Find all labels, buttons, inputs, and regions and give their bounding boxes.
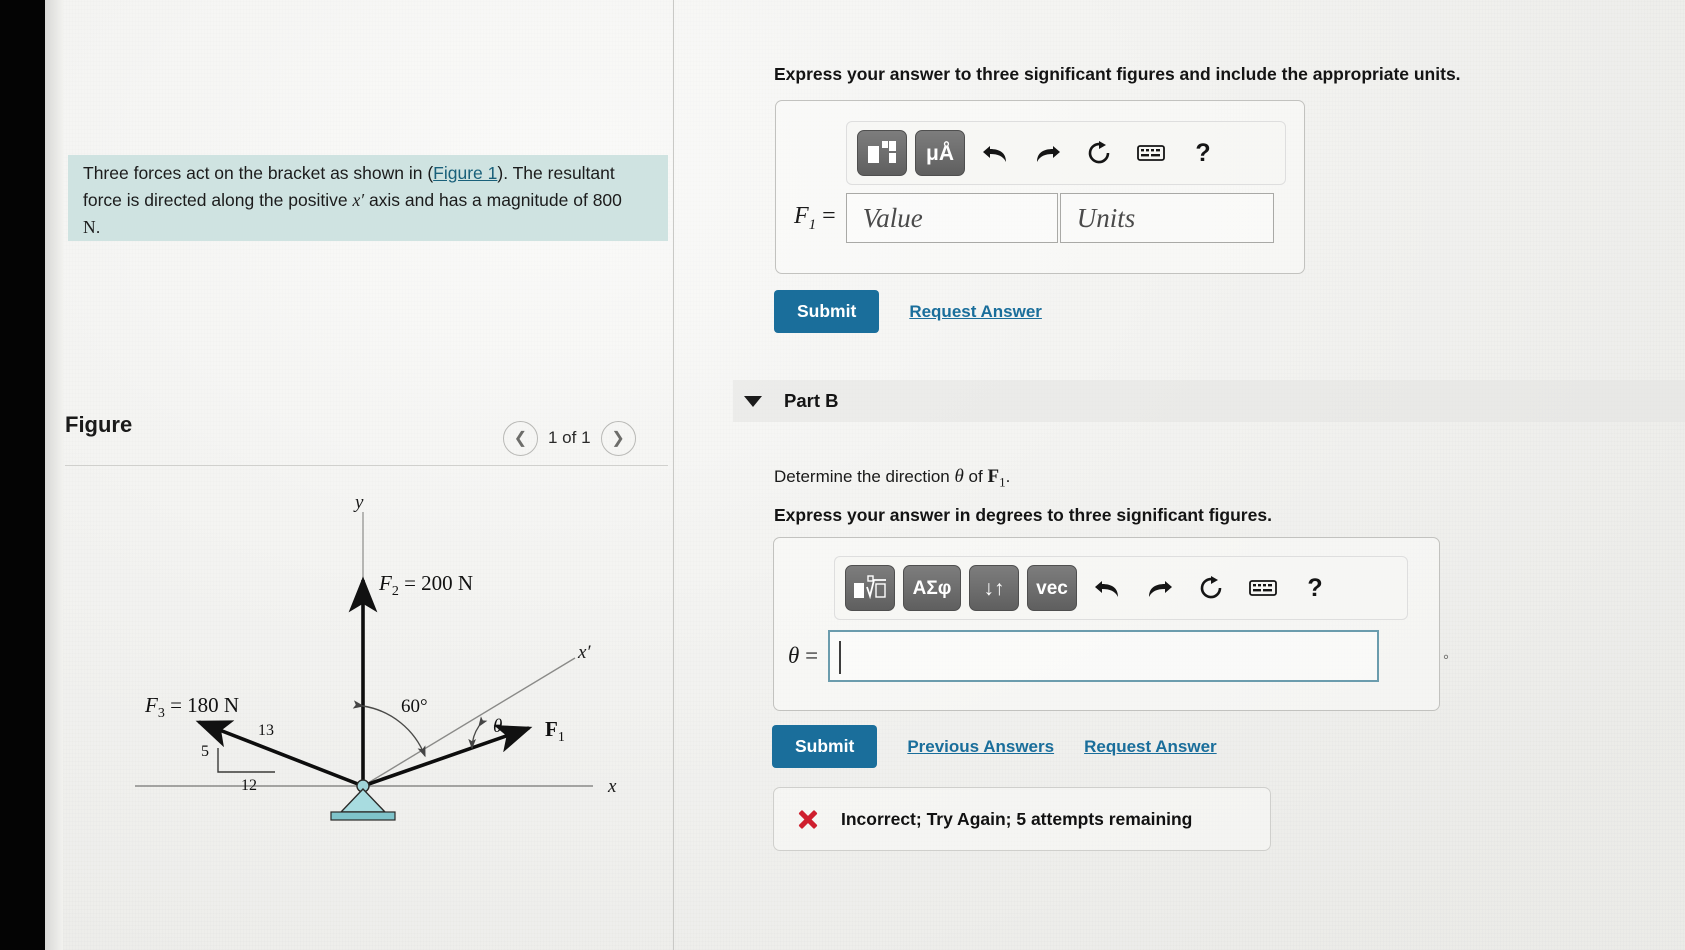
left-black-bezel xyxy=(0,0,45,950)
angle-theta-label: θ xyxy=(493,716,502,737)
support-triangle xyxy=(339,787,387,813)
help-icon[interactable]: ? xyxy=(1180,131,1226,175)
part-b-field-row: θ = xyxy=(788,630,1380,682)
left-panel: Three forces act on the bracket as shown… xyxy=(63,0,673,950)
redo-icon[interactable] xyxy=(1136,566,1182,610)
figure-next-button[interactable]: ❯ xyxy=(600,420,636,456)
part-b-instruction: Express your answer in degrees to three … xyxy=(774,505,1272,525)
part-b-prompt: Determine the direction θ of F1. xyxy=(774,466,1010,490)
units-key[interactable]: μÅ xyxy=(915,130,965,176)
force-f-symbol: F xyxy=(987,466,1000,487)
part-b-prompt-mid: of xyxy=(963,467,988,486)
radical-template-icon[interactable] xyxy=(845,565,895,611)
vector-key[interactable]: vec xyxy=(1027,565,1077,611)
left-gutter xyxy=(45,0,63,950)
figure-divider xyxy=(65,465,668,466)
part-b-title: Part B xyxy=(784,390,839,411)
part-a-toolbar: μÅ ? xyxy=(846,121,1286,185)
part-a-answer-panel: μÅ ? F1 = Value Units xyxy=(775,100,1305,274)
angle-60-label: 60° xyxy=(401,696,428,717)
help-icon[interactable]: ? xyxy=(1292,566,1338,610)
x-axis-label: x xyxy=(607,776,617,797)
figure-pager: ❮ 1 of 1 ❯ xyxy=(503,420,668,456)
f2-label: F2 = 200 N xyxy=(378,571,473,599)
slope-triangle xyxy=(217,748,275,773)
part-b-request-answer-link[interactable]: Request Answer xyxy=(1084,737,1217,757)
x-prime-axis-line xyxy=(362,657,576,787)
feedback-message: Incorrect; Try Again; 5 attempts remaini… xyxy=(841,808,1193,829)
degree-unit-label: ° xyxy=(1443,652,1449,669)
part-b-previous-answers-link[interactable]: Previous Answers xyxy=(907,737,1054,757)
page-root: Three forces act on the bracket as shown… xyxy=(0,0,1685,950)
f3-vector xyxy=(195,720,364,788)
reset-icon[interactable] xyxy=(1076,131,1122,175)
theta-input[interactable] xyxy=(828,630,1380,682)
part-b-button-row: Submit Previous Answers Request Answer xyxy=(772,725,1217,768)
right-panel: Express your answer to three significant… xyxy=(674,0,1685,950)
part-a-field-row: F1 = Value Units xyxy=(794,193,1274,243)
slope-vert-label: 5 xyxy=(201,743,209,760)
force-diagram: x y F2 = 200 N x′ F1 F3 = 180 N 13 5 12 … xyxy=(135,492,617,821)
part-b-toolbar: ΑΣφ ↓↑ vec ? xyxy=(834,556,1408,620)
f1-label: F1 xyxy=(545,717,565,745)
problem-text-part1: Three forces act on the bracket as shown… xyxy=(83,163,434,183)
text-caret xyxy=(839,641,842,674)
problem-text-part3: axis and has a magnitude of 800 xyxy=(364,190,622,210)
help-icon-label: ? xyxy=(1195,138,1211,167)
value-input-placeholder: Value xyxy=(862,202,923,233)
part-b-prompt-pre: Determine the direction xyxy=(774,467,955,486)
greek-letters-key[interactable]: ΑΣφ xyxy=(903,565,961,611)
f1-equals-sign: = xyxy=(822,202,836,229)
chevron-down-icon[interactable] xyxy=(744,395,762,407)
theta-variable-letter: θ xyxy=(788,643,800,668)
theta-symbol: θ xyxy=(954,466,964,487)
f1-variable-subscript: 1 xyxy=(808,216,817,233)
theta-variable-label: θ = xyxy=(788,643,818,669)
y-axis-label: y xyxy=(353,492,364,513)
status-badge: Incorrect; Try Again; 5 attempts remaini… xyxy=(773,787,1271,851)
units-input-placeholder: Units xyxy=(1076,202,1136,233)
help-icon-label: ? xyxy=(1307,573,1323,602)
figure-section-title: Figure xyxy=(65,412,133,437)
part-b-header[interactable]: Part B xyxy=(733,380,1685,422)
figure-1-link[interactable]: Figure 1 xyxy=(433,163,497,183)
redo-icon[interactable] xyxy=(1024,131,1070,175)
slope-hyp-label: 13 xyxy=(258,722,274,739)
units-key-label: μÅ xyxy=(925,141,954,165)
support-base xyxy=(330,811,396,821)
units-input[interactable]: Units xyxy=(1059,193,1274,243)
theta-equals-sign: = xyxy=(805,643,819,668)
reset-icon[interactable] xyxy=(1188,566,1234,610)
updown-arrows-label: ↓↑ xyxy=(983,576,1005,600)
x-prime-axis-label: x′ xyxy=(577,642,591,663)
slope-horiz-label: 12 xyxy=(241,777,257,794)
newton-unit: N xyxy=(83,217,96,237)
column-divider xyxy=(673,0,674,950)
undo-icon[interactable] xyxy=(1084,566,1130,610)
keyboard-icon[interactable] xyxy=(1128,131,1174,175)
greek-letters-label: ΑΣφ xyxy=(912,577,952,599)
f3-label: F3 = 180 N xyxy=(144,693,239,721)
vector-key-label: vec xyxy=(1036,577,1068,599)
part-b-prompt-end: . xyxy=(1005,467,1011,486)
updown-arrows-key[interactable]: ↓↑ xyxy=(969,565,1019,611)
part-a-request-answer-link[interactable]: Request Answer xyxy=(909,302,1042,322)
f1-variable-label: F1 = xyxy=(794,203,836,234)
figure-prev-button[interactable]: ❮ xyxy=(503,420,538,456)
f1-variable-letter: F xyxy=(794,202,809,229)
x-prime-symbol: x′ xyxy=(352,190,365,210)
part-a-instruction: Express your answer to three significant… xyxy=(774,64,1461,84)
figure-page-label: 1 of 1 xyxy=(548,428,591,447)
part-b-submit-button[interactable]: Submit xyxy=(772,725,878,768)
part-b-answer-panel: ΑΣφ ↓↑ vec ? θ = xyxy=(773,537,1440,711)
value-input[interactable]: Value xyxy=(845,193,1058,243)
undo-icon[interactable] xyxy=(972,131,1018,175)
part-a-submit-button[interactable]: Submit xyxy=(774,290,880,333)
problem-statement: Three forces act on the bracket as shown… xyxy=(83,160,628,241)
keyboard-icon[interactable] xyxy=(1240,566,1286,610)
incorrect-x-icon xyxy=(797,809,818,830)
problem-text-end: . xyxy=(95,217,101,237)
template-icon[interactable] xyxy=(857,130,907,176)
part-a-button-row: Submit Request Answer xyxy=(774,290,1042,333)
